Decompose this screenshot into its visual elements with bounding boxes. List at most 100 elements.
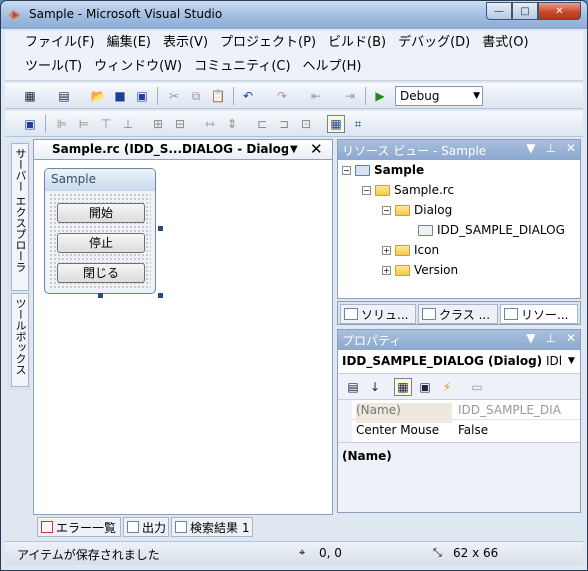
- tree-node-version[interactable]: + Version: [382, 260, 458, 280]
- menu-window[interactable]: ウィンドウ(W): [88, 57, 188, 77]
- space-across-icon[interactable]: ⇿: [201, 115, 219, 133]
- dialog-close-button[interactable]: 閉じる: [57, 263, 145, 283]
- minimize-button[interactable]: —: [486, 2, 512, 20]
- folder-icon: [375, 185, 390, 196]
- center-vertical-icon[interactable]: ⊞: [149, 115, 167, 133]
- document-tab[interactable]: Sample.rc (IDD_S...DIALOG - Dialog ▼ ✕: [34, 140, 332, 160]
- collapse-icon[interactable]: −: [362, 186, 371, 195]
- space-down-icon[interactable]: ⇕: [223, 115, 241, 133]
- pin-icon[interactable]: ⊥: [545, 331, 555, 345]
- center-horizontal-icon[interactable]: ⊟: [171, 115, 189, 133]
- start-debug-icon[interactable]: ▶: [371, 87, 389, 105]
- dialog-start-button[interactable]: 開始: [57, 203, 145, 223]
- tab-find-results[interactable]: 検索結果 1: [171, 517, 253, 537]
- messages-icon[interactable]: ▣: [416, 378, 434, 396]
- status-position: 0, 0: [319, 546, 342, 560]
- chevron-down-icon[interactable]: ▼: [290, 144, 298, 155]
- chevron-down-icon[interactable]: ▼: [526, 331, 535, 345]
- config-value: Debug: [400, 89, 440, 103]
- resize-handle-right[interactable]: [158, 226, 163, 231]
- pin-icon[interactable]: ⊥: [545, 141, 555, 155]
- menu-project[interactable]: プロジェクト(P): [214, 33, 322, 53]
- tab-resource-view[interactable]: リソー...: [500, 304, 578, 324]
- tab-error-list[interactable]: エラー一覧: [37, 517, 121, 537]
- maximize-button[interactable]: □: [512, 2, 538, 20]
- chevron-down-icon: ▼: [568, 356, 575, 366]
- expand-icon[interactable]: +: [382, 246, 391, 255]
- close-button[interactable]: ✕: [538, 2, 581, 20]
- toggle-guides-icon[interactable]: ⌗: [349, 115, 367, 133]
- dialog-stop-button[interactable]: 停止: [57, 233, 145, 253]
- redo-icon[interactable]: ↷: [273, 87, 291, 105]
- property-description: (Name): [338, 442, 580, 502]
- properties-icon[interactable]: ▦: [394, 378, 412, 396]
- make-same-size-icon[interactable]: ⊡: [297, 115, 315, 133]
- tree-node-dialog-item[interactable]: IDD_SAMPLE_DIALOG: [418, 220, 565, 240]
- class-view-icon: [422, 308, 436, 320]
- tree-node-icon[interactable]: + Icon: [382, 240, 439, 260]
- test-dialog-icon[interactable]: ▣: [21, 115, 39, 133]
- solution-icon: [344, 308, 358, 320]
- save-all-icon[interactable]: ▣: [133, 87, 151, 105]
- new-project-icon[interactable]: ▦: [21, 87, 39, 105]
- resize-handle-corner[interactable]: [158, 293, 163, 298]
- menu-build[interactable]: ビルド(B): [322, 33, 392, 53]
- server-explorer-label: サーバー エクスプローラ: [14, 148, 27, 273]
- expand-icon[interactable]: +: [382, 266, 391, 275]
- menu-tools[interactable]: ツール(T): [19, 57, 88, 77]
- collapse-icon[interactable]: −: [342, 166, 351, 175]
- toolbox-tab[interactable]: ツールボックス: [11, 293, 29, 387]
- server-explorer-tab[interactable]: サーバー エクスプローラ: [11, 143, 29, 291]
- align-top-icon[interactable]: ⊤: [97, 115, 115, 133]
- open-file-icon[interactable]: 📂: [89, 87, 107, 105]
- categorized-icon[interactable]: ▤: [344, 378, 362, 396]
- tree-node-dialog[interactable]: − Dialog: [382, 200, 452, 220]
- close-panel-icon[interactable]: ✕: [566, 331, 576, 345]
- solution-config-select[interactable]: Debug ▼: [395, 86, 483, 106]
- add-item-icon[interactable]: ▤: [55, 87, 73, 105]
- tab-class-view[interactable]: クラス ...: [418, 304, 498, 324]
- alphabetical-icon[interactable]: ↓: [366, 378, 384, 396]
- align-right-icon[interactable]: ⊨: [75, 115, 93, 133]
- align-bottom-icon[interactable]: ⊥: [119, 115, 137, 133]
- make-same-width-icon[interactable]: ⊏: [253, 115, 271, 133]
- tree-node-rc[interactable]: − Sample.rc: [362, 180, 454, 200]
- toggle-grid-icon[interactable]: ▦: [327, 115, 345, 133]
- align-left-icon[interactable]: ⊫: [53, 115, 71, 133]
- menu-community[interactable]: コミュニティ(C): [188, 57, 296, 77]
- close-panel-icon[interactable]: ✕: [566, 141, 576, 155]
- paste-icon[interactable]: 📋: [209, 87, 227, 105]
- property-pages-icon[interactable]: ▭: [468, 378, 486, 396]
- menu-view[interactable]: 表示(V): [157, 33, 214, 53]
- cut-icon[interactable]: ✂: [165, 87, 183, 105]
- menu-format[interactable]: 書式(O): [476, 33, 534, 53]
- menu-debug[interactable]: デバッグ(D): [392, 33, 476, 53]
- tab-output[interactable]: 出力: [123, 517, 169, 537]
- undo-icon[interactable]: ↶: [239, 87, 257, 105]
- properties-title: プロパティ: [342, 334, 402, 348]
- chevron-down-icon[interactable]: ▼: [526, 141, 535, 155]
- object-selector[interactable]: IDD_SAMPLE_DIALOG (Dialog) IDl ▼: [338, 350, 580, 374]
- close-document-icon[interactable]: ✕: [310, 140, 323, 158]
- menu-edit[interactable]: 編集(E): [101, 33, 157, 53]
- project-icon: [355, 165, 370, 176]
- explorer-tabs: ソリュ... クラス ... リソー...: [337, 301, 581, 325]
- tree-label-rc: Sample.rc: [394, 183, 455, 197]
- property-row-center-mouse[interactable]: Center Mouse False: [338, 420, 580, 440]
- navigate-back-icon[interactable]: ⇤: [307, 87, 325, 105]
- tree-node-sample[interactable]: − Sample: [342, 160, 424, 180]
- make-same-height-icon[interactable]: ⊐: [275, 115, 293, 133]
- navigate-forward-icon[interactable]: ⇥: [341, 87, 359, 105]
- menu-help[interactable]: ヘルプ(H): [297, 57, 368, 77]
- dialog-preview[interactable]: Sample 開始 停止 閉じる: [44, 168, 156, 294]
- property-row-name[interactable]: (Name) IDD_SAMPLE_DIA: [338, 400, 580, 442]
- tab-label: 検索結果 1: [190, 521, 250, 535]
- copy-icon[interactable]: ⧉: [187, 87, 205, 105]
- menu-file[interactable]: ファイル(F): [19, 33, 101, 53]
- standard-toolbar: ▦ ▤ 📂 ■ ▣ ✂ ⧉ 📋 ↶ ↷ ⇤ ⇥ ▶ Debug ▼: [5, 83, 583, 109]
- save-icon[interactable]: ■: [111, 87, 129, 105]
- events-icon[interactable]: ⚡: [438, 378, 456, 396]
- collapse-icon[interactable]: −: [382, 206, 391, 215]
- tab-solution-explorer[interactable]: ソリュ...: [340, 304, 416, 324]
- resize-handle-bottom[interactable]: [98, 293, 103, 298]
